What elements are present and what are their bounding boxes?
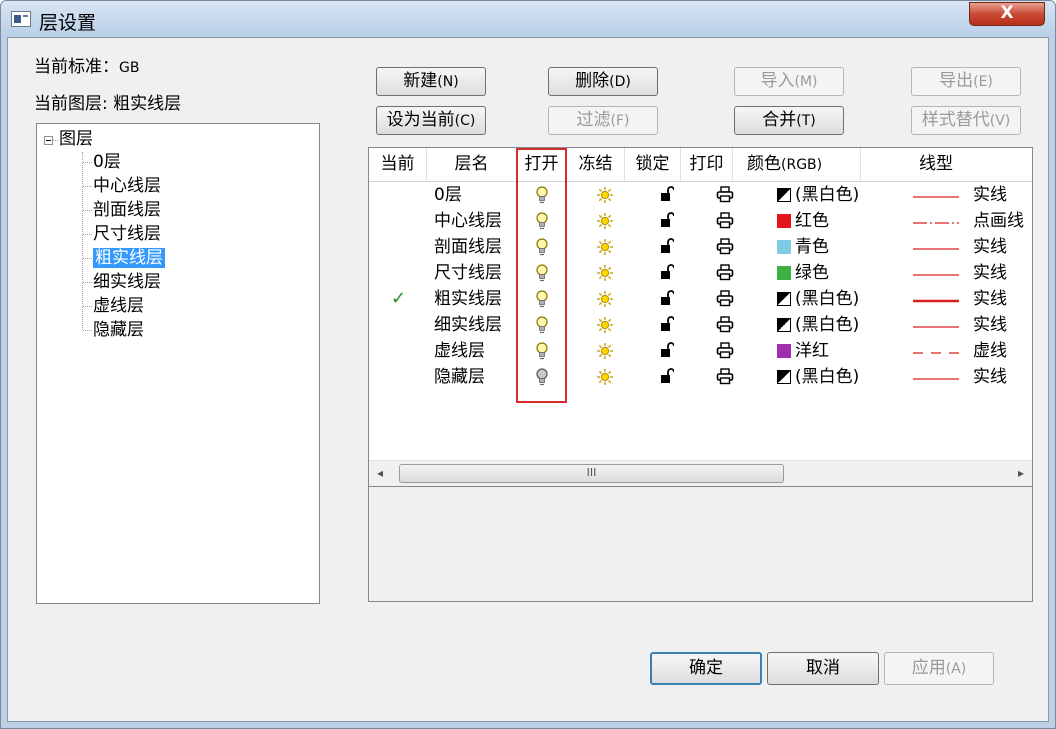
layer-color[interactable]: 绿色 bbox=[777, 260, 829, 286]
tree-item[interactable]: 尺寸线层 bbox=[93, 224, 161, 244]
details-panel bbox=[368, 487, 1033, 602]
app-icon bbox=[11, 11, 31, 27]
apply-button[interactable]: 应用(A) bbox=[884, 652, 994, 685]
layer-color[interactable]: (黑白色) bbox=[777, 182, 859, 208]
color-name: (黑白色) bbox=[795, 315, 860, 335]
filter-button[interactable]: 过滤(F) bbox=[548, 106, 658, 135]
close-button[interactable]: X bbox=[969, 2, 1045, 26]
import-button[interactable]: 导入(M) bbox=[734, 67, 844, 96]
table-row[interactable]: 隐藏层 (黑白色) 实线 bbox=[369, 364, 1032, 390]
col-current[interactable]: 当前 bbox=[369, 148, 427, 181]
table-header: 当前 层名 打开 冻结 锁定 打印 颜色(RGB) 线型 bbox=[369, 148, 1032, 182]
linetype-name[interactable]: 实线 bbox=[973, 234, 1007, 260]
col-print[interactable]: 打印 bbox=[681, 148, 733, 181]
table-row[interactable]: 0层 (黑白色) 实线 bbox=[369, 182, 1032, 208]
new-button[interactable]: 新建(N) bbox=[376, 67, 486, 96]
color-name: 青色 bbox=[795, 237, 829, 257]
linetype-name[interactable]: 实线 bbox=[973, 364, 1007, 390]
tree-item[interactable]: 粗实线层 bbox=[93, 248, 165, 268]
scroll-thumb[interactable]: III bbox=[399, 464, 784, 483]
export-button[interactable]: 导出(E) bbox=[911, 67, 1021, 96]
tree-item[interactable]: 剖面线层 bbox=[93, 200, 161, 220]
delete-button[interactable]: 删除(D) bbox=[548, 67, 658, 96]
tree-root[interactable]: 图层 bbox=[59, 129, 93, 149]
layer-color[interactable]: 青色 bbox=[777, 234, 829, 260]
layer-name[interactable]: 隐藏层 bbox=[434, 364, 485, 390]
table-row[interactable]: 中心线层 红色 点画线 bbox=[369, 208, 1032, 234]
color-swatch bbox=[777, 214, 791, 228]
layer-name[interactable]: 虚线层 bbox=[434, 338, 485, 364]
open-column-highlight bbox=[516, 148, 567, 403]
table-row[interactable]: 虚线层 洋红 虚线 bbox=[369, 338, 1032, 364]
cancel-button[interactable]: 取消 bbox=[767, 652, 879, 685]
color-name: (黑白色) bbox=[795, 185, 860, 205]
tree-item[interactable]: 细实线层 bbox=[93, 272, 161, 292]
layer-name[interactable]: 尺寸线层 bbox=[434, 260, 502, 286]
scroll-left-icon[interactable]: ◂ bbox=[369, 461, 391, 486]
layer-color[interactable]: 洋红 bbox=[777, 338, 829, 364]
tree-item[interactable]: 虚线层 bbox=[93, 296, 144, 316]
tree-item[interactable]: 0层 bbox=[93, 152, 121, 172]
color-name: 洋红 bbox=[795, 341, 829, 361]
layer-color[interactable]: (黑白色) bbox=[777, 286, 859, 312]
linetype-sample[interactable] bbox=[913, 374, 959, 400]
current-standard-value: GB bbox=[119, 60, 140, 76]
horizontal-scrollbar[interactable]: ◂ III ▸ bbox=[369, 460, 1032, 486]
current-marker[interactable]: ✓ bbox=[391, 286, 406, 312]
merge-button[interactable]: 合并(T) bbox=[734, 106, 844, 135]
color-swatch bbox=[777, 266, 791, 280]
table-row[interactable]: 剖面线层 青色 实线 bbox=[369, 234, 1032, 260]
printer-icon[interactable] bbox=[716, 368, 734, 394]
ok-button[interactable]: 确定 bbox=[650, 652, 762, 685]
linetype-name[interactable]: 实线 bbox=[973, 260, 1007, 286]
current-layer-label: 当前图层: 粗实线层 bbox=[34, 94, 182, 114]
table-row[interactable]: 细实线层 (黑白色) 实线 bbox=[369, 312, 1032, 338]
color-swatch bbox=[777, 370, 791, 384]
linetype-name[interactable]: 实线 bbox=[973, 312, 1007, 338]
color-swatch bbox=[777, 240, 791, 254]
col-lock[interactable]: 锁定 bbox=[625, 148, 681, 181]
linetype-name[interactable]: 点画线 bbox=[973, 208, 1024, 234]
layer-color[interactable]: 红色 bbox=[777, 208, 829, 234]
col-linetype[interactable]: 线型 bbox=[861, 148, 1032, 181]
color-name: (黑白色) bbox=[795, 367, 860, 387]
unlock-icon[interactable] bbox=[660, 368, 675, 394]
current-standard-label: 当前标准：GB bbox=[34, 57, 140, 77]
current-layer-value: 粗实线层 bbox=[113, 94, 182, 114]
layer-name[interactable]: 0层 bbox=[434, 182, 462, 208]
layer-name[interactable]: 中心线层 bbox=[434, 208, 502, 234]
layer-color[interactable]: (黑白色) bbox=[777, 364, 859, 390]
color-name: 红色 bbox=[795, 211, 829, 231]
color-name: (黑白色) bbox=[795, 289, 860, 309]
color-name: 绿色 bbox=[795, 263, 829, 283]
col-name[interactable]: 层名 bbox=[427, 148, 517, 181]
linetype-name[interactable]: 实线 bbox=[973, 182, 1007, 208]
color-swatch bbox=[777, 188, 791, 202]
layer-table[interactable]: 当前 层名 打开 冻结 锁定 打印 颜色(RGB) 线型 0层 (黑白色) 实线 中心… bbox=[368, 147, 1033, 487]
color-swatch bbox=[777, 318, 791, 332]
col-color[interactable]: 颜色(RGB) bbox=[733, 148, 861, 181]
set-current-button[interactable]: 设为当前(C) bbox=[376, 106, 486, 135]
sun-icon[interactable] bbox=[596, 368, 614, 394]
layer-name[interactable]: 细实线层 bbox=[434, 312, 502, 338]
tree-item[interactable]: 隐藏层 bbox=[93, 320, 144, 340]
tree-item[interactable]: 中心线层 bbox=[93, 176, 161, 196]
collapse-icon[interactable] bbox=[44, 136, 53, 145]
style-replace-button[interactable]: 样式替代(V) bbox=[911, 106, 1021, 135]
window-title: 层设置 bbox=[39, 12, 97, 34]
layer-name[interactable]: 剖面线层 bbox=[434, 234, 502, 260]
title-bar[interactable]: 层设置 X bbox=[1, 1, 1055, 37]
linetype-name[interactable]: 虚线 bbox=[973, 338, 1007, 364]
layer-tree[interactable]: 图层 0层中心线层剖面线层尺寸线层粗实线层细实线层虚线层隐藏层 bbox=[36, 123, 320, 604]
color-swatch bbox=[777, 292, 791, 306]
color-swatch bbox=[777, 344, 791, 358]
scroll-right-icon[interactable]: ▸ bbox=[1010, 461, 1032, 486]
layer-color[interactable]: (黑白色) bbox=[777, 312, 859, 338]
table-row[interactable]: ✓ 粗实线层 (黑白色) 实线 bbox=[369, 286, 1032, 312]
linetype-name[interactable]: 实线 bbox=[973, 286, 1007, 312]
table-row[interactable]: 尺寸线层 绿色 实线 bbox=[369, 260, 1032, 286]
layer-name[interactable]: 粗实线层 bbox=[434, 286, 502, 312]
col-freeze[interactable]: 冻结 bbox=[567, 148, 625, 181]
